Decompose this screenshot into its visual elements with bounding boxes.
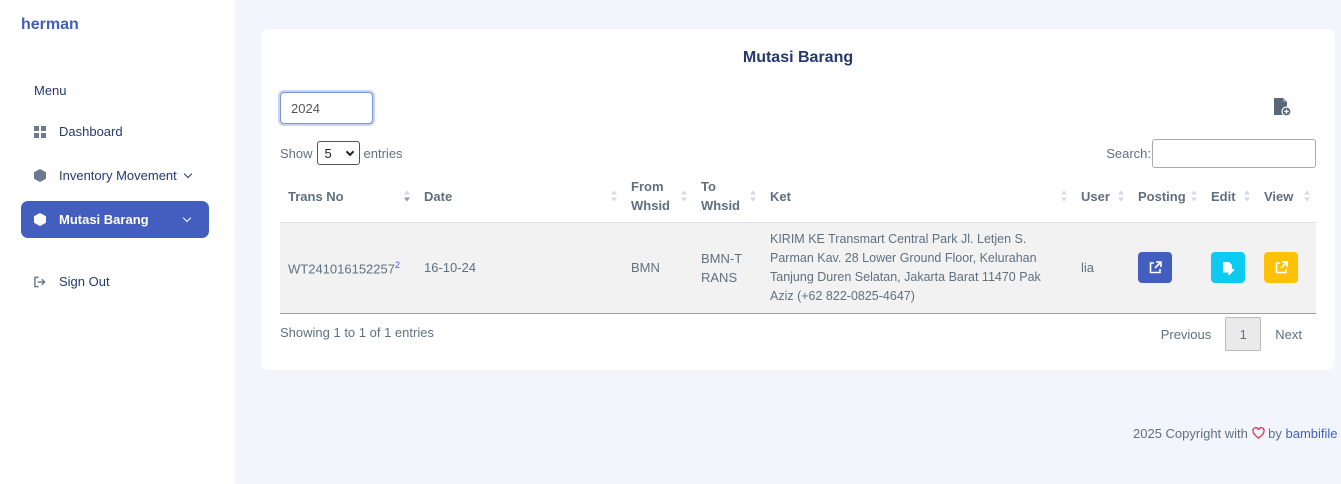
brand-name[interactable]: herman — [21, 16, 79, 34]
sort-icon — [750, 190, 756, 202]
sort-icon — [1244, 190, 1250, 202]
show-label: Show — [280, 145, 313, 161]
year-input[interactable] — [280, 92, 373, 124]
col-ket[interactable]: Ket — [762, 171, 1073, 223]
sidebar-item-label: Sign Out — [59, 274, 110, 289]
chevron-down-icon — [345, 147, 354, 156]
page-title: Mutasi Barang — [742, 49, 854, 66]
sidebar-item-inventory-movement[interactable]: Inventory Movement — [21, 157, 209, 194]
sidebar-item-mutasi-barang[interactable]: Mutasi Barang — [21, 201, 209, 238]
sort-icon — [1061, 190, 1067, 202]
grid-icon — [34, 125, 46, 138]
sort-desc-icon — [404, 190, 410, 202]
col-view[interactable]: View — [1256, 171, 1316, 223]
author-link[interactable]: bambifile — [1286, 426, 1338, 441]
sidebar: herman Menu Dashboard Inventory Movement… — [0, 0, 235, 484]
cell-date: 16-10-24 — [416, 222, 623, 314]
page-size-select[interactable]: 5 — [316, 141, 360, 165]
sidebar-item-label: Inventory Movement — [59, 168, 177, 183]
view-button[interactable] — [1264, 252, 1298, 283]
edit-button[interactable] — [1211, 252, 1245, 283]
search-input[interactable] — [1152, 139, 1316, 168]
search-label: Search: — [1106, 146, 1151, 161]
hexagon-icon — [34, 213, 46, 226]
sidebar-item-sign-out[interactable]: Sign Out — [21, 263, 209, 300]
sort-icon — [1304, 190, 1310, 202]
sort-icon — [1191, 190, 1197, 202]
col-user[interactable]: User — [1073, 171, 1130, 223]
col-edit[interactable]: Edit — [1203, 171, 1256, 223]
edit-file-icon — [1223, 261, 1235, 275]
col-date[interactable]: Date — [416, 171, 623, 223]
col-from-whsid[interactable]: From Whsid — [623, 171, 693, 223]
cell-trans-no: WT2410161522572 — [280, 222, 416, 314]
count-badge: 2 — [394, 260, 400, 271]
menu-title: Menu — [34, 83, 67, 98]
col-to-whsid[interactable]: To Whsid — [693, 171, 762, 223]
page-1-button[interactable]: 1 — [1225, 317, 1262, 351]
copyright-footer: 2025 Copyright with by bambifile — [1133, 426, 1338, 441]
cell-from: BMN — [623, 222, 693, 314]
chevron-down-icon — [183, 169, 193, 178]
sidebar-item-label: Mutasi Barang — [59, 212, 149, 227]
table-info: Showing 1 to 1 of 1 entries — [280, 325, 434, 340]
entries-label: entries — [363, 145, 403, 161]
cell-edit — [1203, 222, 1256, 314]
col-trans-no[interactable]: Trans No — [280, 171, 416, 223]
sort-icon — [1118, 190, 1124, 202]
cell-ket: KIRIM KE Transmart Central Park Jl. Letj… — [762, 222, 1073, 314]
cell-user: lia — [1073, 222, 1130, 314]
cell-view — [1256, 222, 1316, 314]
cell-posting — [1130, 222, 1203, 314]
external-link-icon — [1149, 261, 1162, 274]
mutasi-card: Mutasi Barang Show 5 entries Search: Tra… — [261, 29, 1335, 370]
previous-button[interactable]: Previous — [1147, 317, 1226, 351]
table-row: WT2410161522572 16-10-24 BMN BMN-TRANS K… — [280, 222, 1316, 314]
sidebar-item-dashboard[interactable]: Dashboard — [21, 113, 209, 150]
col-posting[interactable]: Posting — [1130, 171, 1203, 223]
cell-to: BMN-TRANS — [693, 222, 762, 314]
add-file-icon[interactable] — [1272, 97, 1292, 117]
show-entries: Show 5 entries — [280, 141, 403, 165]
external-link-icon — [1275, 261, 1288, 274]
next-button[interactable]: Next — [1261, 317, 1316, 351]
sidebar-item-label: Dashboard — [59, 124, 123, 139]
search-box: Search: — [1106, 139, 1316, 168]
pagination: Previous 1 Next — [1147, 317, 1316, 351]
sign-out-icon — [34, 276, 46, 288]
page-size-value: 5 — [324, 145, 332, 161]
chevron-down-icon — [182, 213, 192, 222]
mutasi-table: Trans No Date From Whsid To Whsid Ket Us… — [280, 171, 1316, 314]
posting-button[interactable] — [1138, 252, 1172, 283]
hexagon-icon — [34, 169, 46, 182]
heart-icon — [1251, 427, 1265, 439]
sort-icon — [611, 190, 617, 202]
sort-icon — [681, 190, 687, 202]
